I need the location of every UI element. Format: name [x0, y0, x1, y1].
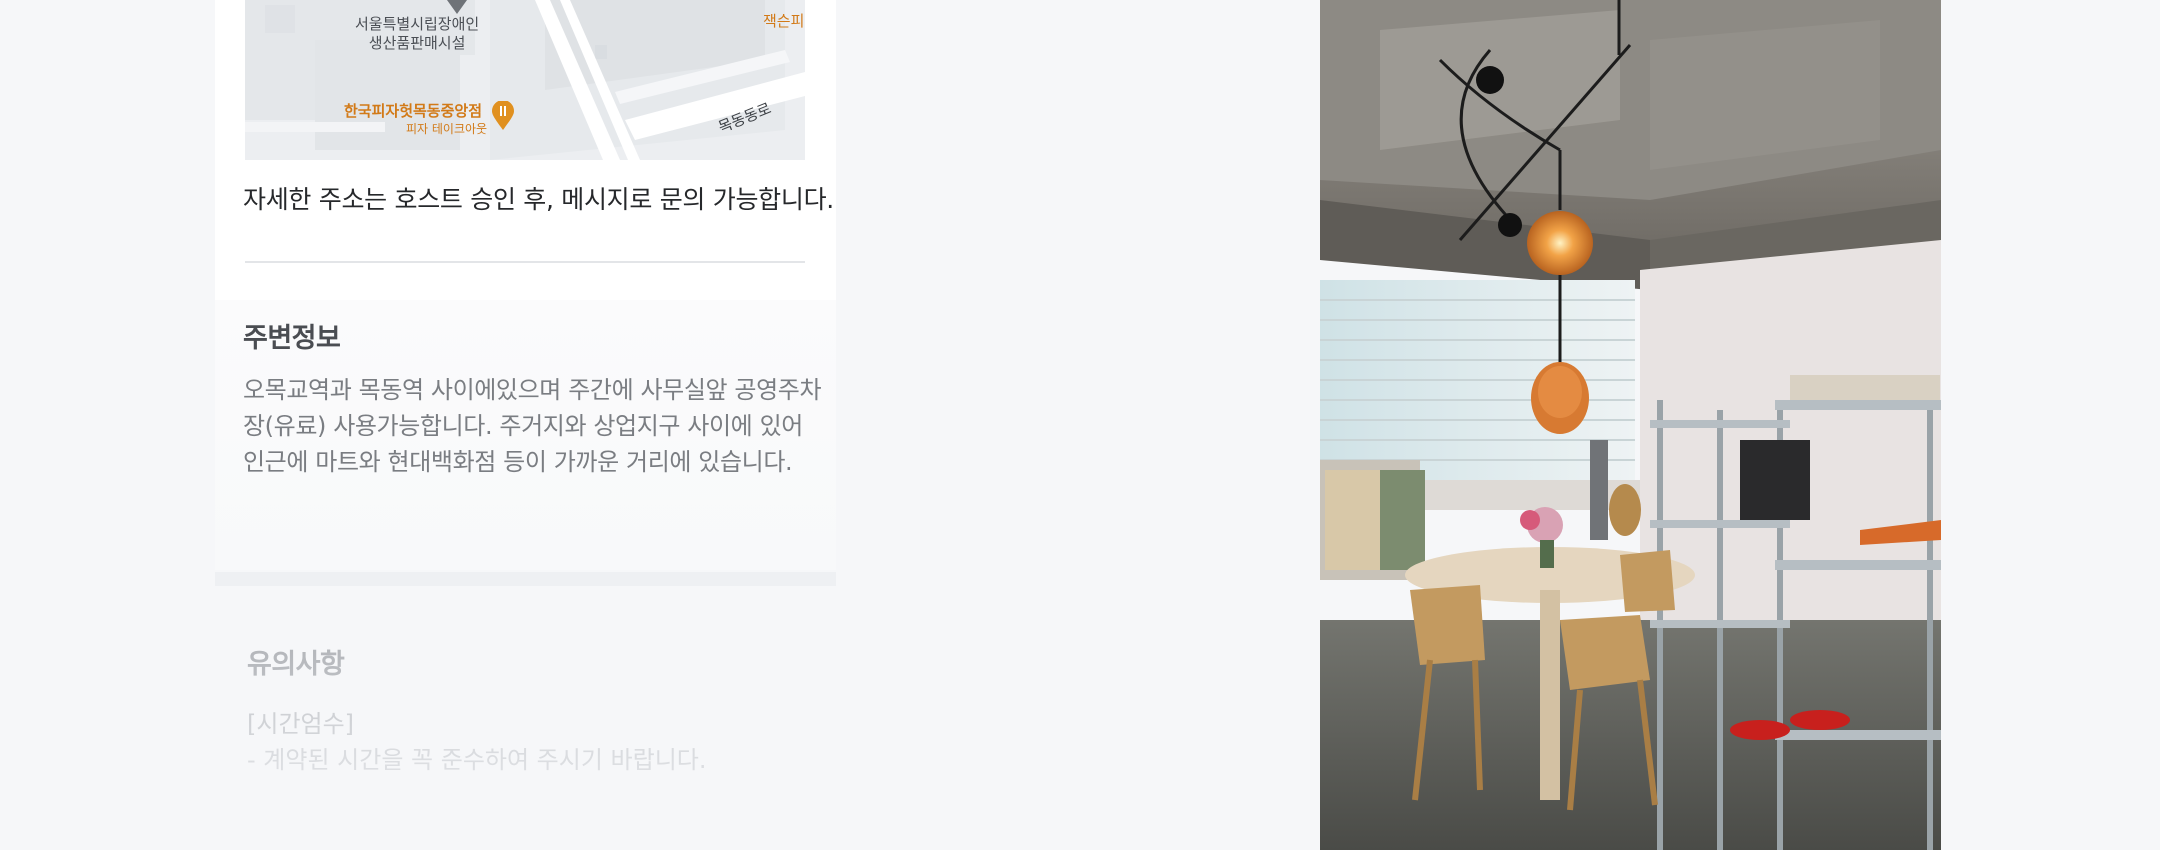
space-detail-column: 서울특별시립장애인 생산품판매시설 한국피자헛목동중앙점 피자 테이크아웃 목동…: [215, 0, 836, 850]
nearby-info-section: 주변정보 오목교역과 목동역 사이에있으며 주간에 사무실앞 공영주차장(유료)…: [215, 300, 836, 570]
map-label-edge: 잭슨피: [763, 12, 805, 30]
nearby-info-body: 오목교역과 목동역 사이에있으며 주간에 사무실앞 공영주차장(유료) 사용가능…: [243, 376, 822, 476]
notice-line-2: - 계약된 시간을 꼭 준수하여 주시기 바랍니다.: [247, 746, 707, 774]
section-divider: [245, 261, 805, 263]
map-label-building: 서울특별시립장애인 생산품판매시설: [355, 15, 480, 52]
location-map[interactable]: 서울특별시립장애인 생산품판매시설 한국피자헛목동중앙점 피자 테이크아웃 목동…: [245, 0, 805, 160]
address-notice: 자세한 주소는 호스트 승인 후, 메시지로 문의 가능합니다.: [243, 185, 834, 214]
nearby-info-title: 주변정보: [243, 323, 341, 354]
notice-section: 유의사항 [시간엄수] - 계약된 시간을 꼭 준수하여 주시기 바랍니다.: [215, 586, 836, 776]
restaurant-pin-icon: [491, 101, 515, 131]
map-label-pizza: 한국피자헛목동중앙점: [344, 102, 483, 120]
notice-line-1: [시간엄수]: [247, 710, 355, 738]
map-label-pizza-sub: 피자 테이크아웃: [406, 122, 488, 136]
notice-title: 유의사항: [247, 649, 345, 680]
space-photo[interactable]: [1320, 0, 1941, 850]
section-separator: [215, 572, 836, 586]
